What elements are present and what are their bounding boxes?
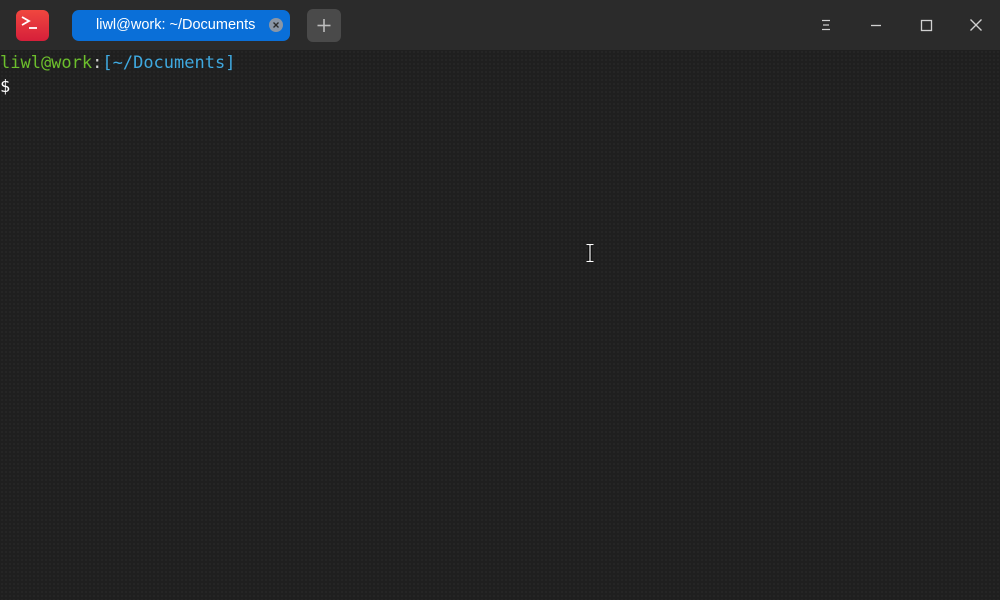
tab-label: liwl@work: ~/Documents xyxy=(96,17,256,33)
maximize-icon xyxy=(920,19,933,32)
new-tab-button[interactable] xyxy=(307,9,341,42)
tab-active[interactable]: liwl@work: ~/Documents xyxy=(72,10,290,41)
prompt-separator: : xyxy=(92,53,103,73)
maximize-button[interactable] xyxy=(913,12,939,38)
current-path: [~/Documents] xyxy=(102,53,236,73)
plus-icon xyxy=(317,19,331,32)
prompt-line: liwl@work:[~/Documents] xyxy=(0,51,235,75)
terminal-app-icon[interactable] xyxy=(16,10,49,41)
minimize-button[interactable] xyxy=(863,12,889,38)
input-line[interactable]: $ xyxy=(0,75,10,99)
close-button[interactable] xyxy=(963,12,989,38)
close-icon xyxy=(970,19,982,31)
tab-close-icon[interactable] xyxy=(269,18,283,32)
terminal-output-area[interactable]: liwl@work:[~/Documents] $ xyxy=(0,50,1000,600)
minimize-icon xyxy=(871,24,881,27)
user-host: liwl@work xyxy=(0,53,93,73)
menu-button[interactable] xyxy=(813,12,839,38)
prompt-symbol: $ xyxy=(0,77,11,97)
terminal-window: liwl@work: ~/Documents liwl@work:[~/Docu… xyxy=(0,0,1000,600)
menu-icon xyxy=(822,19,830,31)
ibeam-cursor-icon xyxy=(585,243,595,263)
title-bar[interactable]: liwl@work: ~/Documents xyxy=(0,0,1000,50)
